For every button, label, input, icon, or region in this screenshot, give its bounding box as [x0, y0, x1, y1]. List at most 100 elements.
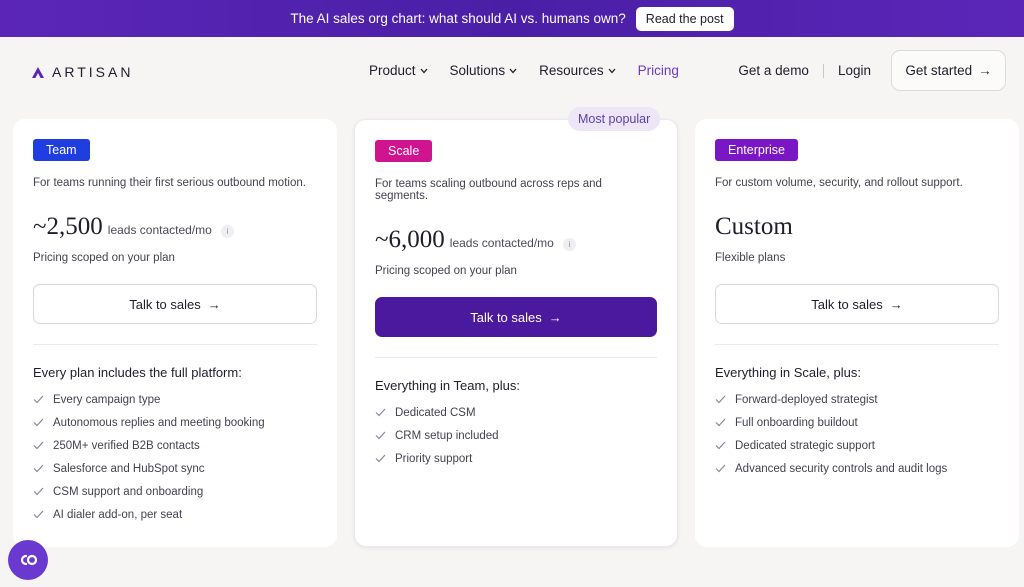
- divider: [375, 357, 657, 358]
- chevron-down-icon: [608, 68, 616, 73]
- feature-item: CSM support and onboarding: [33, 480, 317, 503]
- plan-badge: Enterprise: [715, 139, 798, 161]
- talk-to-sales-button[interactable]: Talk to sales →: [375, 297, 657, 337]
- info-icon[interactable]: i: [220, 225, 234, 238]
- divider: [33, 344, 317, 345]
- menu-item-label: Solutions: [449, 63, 506, 78]
- feature-label: Dedicated CSM: [395, 406, 476, 419]
- feature-label: CSM support and onboarding: [53, 485, 204, 498]
- plan-metric: Custom: [715, 213, 999, 241]
- feature-item: Full onboarding buildout: [715, 411, 999, 434]
- chat-bubble-icon: [20, 554, 38, 566]
- chat-launcher-button[interactable]: [8, 540, 48, 580]
- check-icon: [33, 487, 44, 496]
- check-icon: [33, 441, 44, 450]
- feature-item: Salesforce and HubSpot sync: [33, 457, 317, 480]
- features-title: Every plan includes the full platform:: [33, 365, 242, 380]
- menu-item-product[interactable]: Product: [369, 63, 428, 78]
- feature-item: Advanced security controls and audit log…: [715, 457, 999, 480]
- feature-item: 250M+ verified B2B contacts: [33, 434, 317, 457]
- plan-badge: Scale: [375, 140, 433, 162]
- logo[interactable]: ARTISAN: [32, 64, 133, 80]
- feature-list: Dedicated CSM CRM setup included Priorit…: [375, 401, 657, 470]
- read-post-button[interactable]: Read the post: [635, 6, 734, 31]
- plan-card-team: Team For teams running their first serio…: [13, 119, 337, 547]
- get-started-button[interactable]: Get started →: [891, 50, 1006, 91]
- plan-metric: ~6,000 leads contacted/mo i: [375, 226, 657, 254]
- check-icon: [33, 464, 44, 473]
- feature-label: CRM setup included: [395, 429, 499, 442]
- plan-subtext: Pricing scoped on your plan: [33, 252, 175, 264]
- main-menu: Product Solutions Resources Pricing: [369, 63, 679, 78]
- plan-metric-value: ~6,000: [375, 226, 445, 253]
- check-icon: [715, 464, 726, 473]
- feature-item: Every campaign type: [33, 388, 317, 411]
- features-title: Everything in Scale, plus:: [715, 365, 861, 380]
- check-icon: [33, 510, 44, 519]
- menu-item-label: Pricing: [637, 63, 679, 78]
- check-icon: [715, 395, 726, 404]
- feature-item: AI dialer add-on, per seat: [33, 503, 317, 526]
- feature-label: Priority support: [395, 452, 473, 465]
- menu-item-label: Resources: [539, 63, 604, 78]
- feature-label: Advanced security controls and audit log…: [735, 462, 948, 475]
- announcement-bar: The AI sales org chart: what should AI v…: [0, 0, 1024, 37]
- cta-label: Talk to sales: [811, 296, 883, 312]
- announcement-text: The AI sales org chart: what should AI v…: [290, 11, 626, 26]
- plan-description: For custom volume, security, and rollout…: [715, 177, 963, 189]
- plan-card-scale: Scale For teams scaling outbound across …: [354, 119, 678, 547]
- plan-metric: ~2,500 leads contacted/mo i: [33, 213, 317, 241]
- plan-subtext: Flexible plans: [715, 252, 786, 264]
- plan-metric-value: Custom: [715, 213, 793, 240]
- nav-actions: Get a demo Login Get started →: [738, 50, 1006, 91]
- feature-label: Forward-deployed strategist: [735, 393, 878, 406]
- feature-label: AI dialer add-on, per seat: [53, 508, 183, 521]
- check-icon: [715, 418, 726, 427]
- menu-item-solutions[interactable]: Solutions: [450, 63, 518, 78]
- arrow-right-icon: →: [207, 296, 221, 312]
- plan-badge: Team: [33, 139, 90, 161]
- logo-icon: [32, 66, 44, 78]
- plan-metric-unit: leads contacted/mo: [107, 223, 212, 237]
- feature-item: CRM setup included: [375, 424, 657, 447]
- menu-item-label: Product: [369, 63, 416, 78]
- check-icon: [375, 408, 386, 417]
- feature-label: Every campaign type: [53, 393, 161, 406]
- feature-label: Autonomous replies and meeting booking: [53, 416, 265, 429]
- features-title: Everything in Team, plus:: [375, 378, 520, 393]
- menu-item-resources[interactable]: Resources: [539, 63, 616, 78]
- chevron-down-icon: [509, 68, 517, 73]
- feature-label: Dedicated strategic support: [735, 439, 875, 452]
- feature-item: Forward-deployed strategist: [715, 388, 999, 411]
- cta-label: Talk to sales: [470, 309, 542, 325]
- check-icon: [375, 431, 386, 440]
- feature-item: Dedicated CSM: [375, 401, 657, 424]
- check-icon: [33, 418, 44, 427]
- talk-to-sales-button[interactable]: Talk to sales →: [33, 284, 317, 324]
- feature-label: Salesforce and HubSpot sync: [53, 462, 205, 475]
- talk-to-sales-button[interactable]: Talk to sales →: [715, 284, 999, 324]
- top-nav: ARTISAN Product Solutions Resources Pric…: [0, 37, 1024, 107]
- arrow-right-icon: →: [978, 63, 992, 78]
- plan-subtext: Pricing scoped on your plan: [375, 265, 517, 277]
- feature-label: 250M+ verified B2B contacts: [53, 439, 200, 452]
- info-icon[interactable]: i: [562, 238, 576, 251]
- menu-item-pricing[interactable]: Pricing: [638, 63, 679, 78]
- login-link[interactable]: Login: [838, 63, 871, 78]
- get-started-label: Get started: [905, 63, 973, 78]
- arrow-right-icon: →: [548, 309, 562, 325]
- check-icon: [715, 441, 726, 450]
- nav-divider: [822, 63, 824, 78]
- feature-item: Priority support: [375, 447, 657, 470]
- chevron-down-icon: [420, 68, 428, 73]
- check-icon: [375, 454, 386, 463]
- divider: [715, 344, 999, 345]
- feature-list: Every campaign type Autonomous replies a…: [33, 388, 317, 526]
- plan-description: For teams scaling outbound across reps a…: [375, 178, 602, 202]
- plan-metric-value: ~2,500: [33, 213, 103, 240]
- plan-card-enterprise: Enterprise For custom volume, security, …: [695, 119, 1019, 547]
- arrow-right-icon: →: [889, 296, 903, 312]
- feature-list: Forward-deployed strategist Full onboard…: [715, 388, 999, 480]
- get-demo-link[interactable]: Get a demo: [738, 63, 809, 78]
- plan-description: For teams running their first serious ou…: [33, 177, 306, 189]
